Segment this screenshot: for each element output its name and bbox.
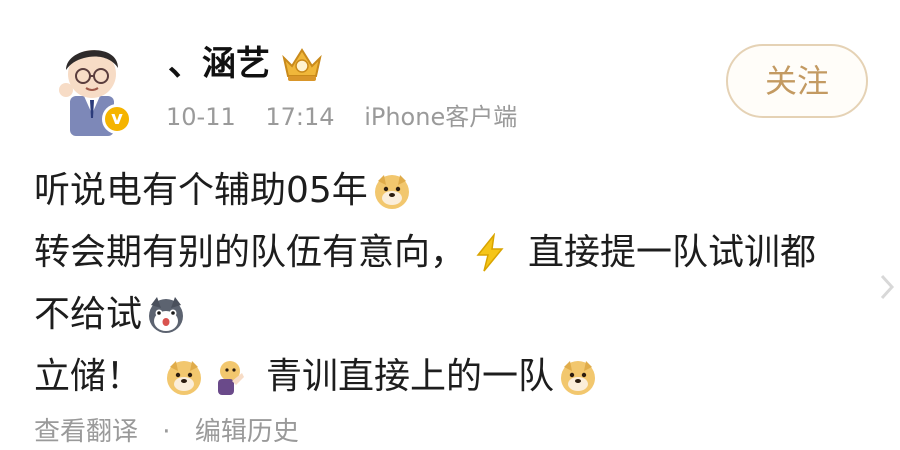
content-text: 青训直接上的一队 xyxy=(266,356,555,397)
content-text: 立储！ xyxy=(34,356,143,397)
post-date: 10-11 xyxy=(166,103,236,131)
footer-separator: · xyxy=(162,417,171,447)
lightning-emoji-icon xyxy=(476,233,504,272)
content-line-3: 不给试 xyxy=(34,284,874,346)
post-meta: 10-11 17:14 iPhone客户端 xyxy=(166,100,517,134)
crown-badge-icon[interactable] xyxy=(280,44,324,84)
verified-v-icon: v xyxy=(102,104,132,134)
translate-link[interactable]: 查看翻译 xyxy=(34,417,138,447)
content-text: 不给试 xyxy=(34,294,143,335)
chevron-right-icon[interactable] xyxy=(876,262,900,312)
edit-history-link[interactable]: 编辑历史 xyxy=(195,417,299,447)
follow-button[interactable]: 关注 xyxy=(726,44,868,118)
weibo-post: v 、涵艺 10-11 17:14 iPhone客户端 关注 听说电有个辅助05… xyxy=(0,0,900,447)
husky-emoji-icon xyxy=(149,297,184,333)
doge-emoji-icon xyxy=(374,175,409,209)
post-time: 17:14 xyxy=(265,103,335,131)
content-text: 转会期有别的队伍有意向， xyxy=(34,232,467,273)
post-content: 听说电有个辅助05年 转会期有别的队伍有意向， 直接提一队试训都 不给试 立储！… xyxy=(34,160,874,408)
doge-emoji-icon xyxy=(167,361,202,395)
content-line-2: 转会期有别的队伍有意向， 直接提一队试训都 xyxy=(34,222,874,284)
content-line-1: 听说电有个辅助05年 xyxy=(34,160,874,222)
content-text: 听说电有个辅助05年 xyxy=(34,170,368,211)
author-name[interactable]: 、涵艺 xyxy=(168,40,270,88)
thinking-emoji-icon xyxy=(218,361,245,395)
content-text: 直接提一队试训都 xyxy=(528,232,817,273)
content-line-4: 立储！ 青训直接上的一队 xyxy=(34,346,874,408)
post-footer: 查看翻译 · 编辑历史 xyxy=(34,414,299,450)
doge-emoji-icon xyxy=(561,361,596,395)
post-client[interactable]: iPhone客户端 xyxy=(364,103,517,131)
